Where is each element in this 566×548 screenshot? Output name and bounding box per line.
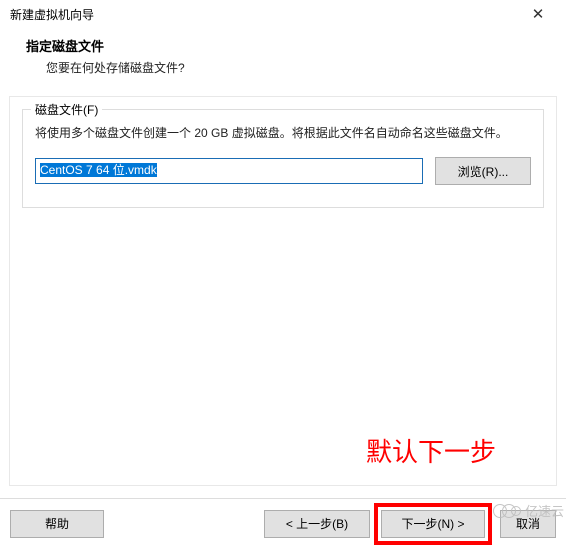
cancel-button[interactable]: 取消	[500, 510, 556, 538]
input-selected-text: CentOS 7 64 位.vmdk	[40, 163, 157, 177]
back-button[interactable]: < 上一步(B)	[264, 510, 370, 538]
fieldset-legend: 磁盘文件(F)	[31, 101, 102, 118]
input-row: CentOS 7 64 位.vmdk 浏览(R)...	[35, 157, 531, 185]
disk-file-fieldset: 磁盘文件(F) 将使用多个磁盘文件创建一个 20 GB 虚拟磁盘。将根据此文件名…	[22, 109, 544, 208]
disk-file-input[interactable]: CentOS 7 64 位.vmdk	[35, 158, 423, 184]
fieldset-description: 将使用多个磁盘文件创建一个 20 GB 虚拟磁盘。将根据此文件名自动命名这些磁盘…	[35, 124, 531, 143]
page-subtitle: 您要在何处存储磁盘文件?	[26, 59, 554, 76]
content-area: 磁盘文件(F) 将使用多个磁盘文件创建一个 20 GB 虚拟磁盘。将根据此文件名…	[9, 96, 557, 486]
window-title: 新建虚拟机向导	[10, 6, 94, 23]
close-button[interactable]: ✕	[518, 3, 558, 25]
help-button[interactable]: 帮助	[10, 510, 104, 538]
browse-button[interactable]: 浏览(R)...	[435, 157, 531, 185]
next-button[interactable]: 下一步(N) >	[381, 510, 485, 538]
close-icon: ✕	[532, 5, 545, 23]
title-bar: 新建虚拟机向导 ✕	[0, 0, 566, 28]
button-bar: 帮助 < 上一步(B) 下一步(N) > 取消	[0, 498, 566, 548]
next-button-highlight: 下一步(N) >	[374, 503, 492, 545]
page-title: 指定磁盘文件	[26, 36, 554, 55]
annotation-text: 默认下一步	[366, 432, 496, 469]
wizard-header: 指定磁盘文件 您要在何处存储磁盘文件?	[0, 28, 566, 90]
